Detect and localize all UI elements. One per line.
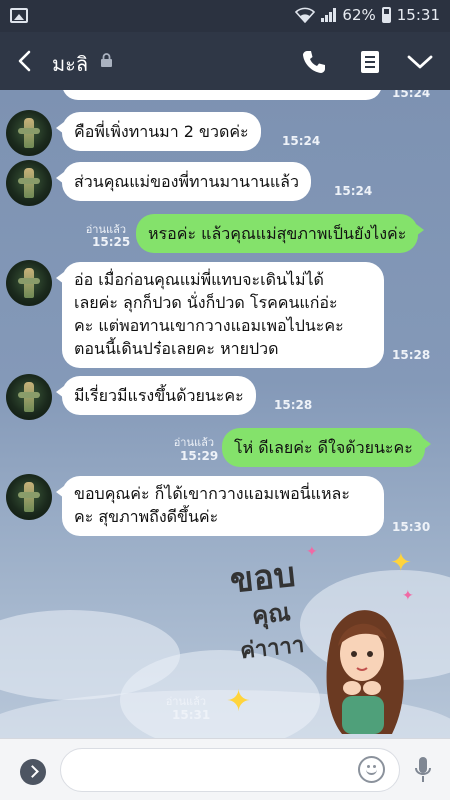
mic-icon[interactable] <box>415 756 431 784</box>
sparkle-icon: ✦ <box>306 544 318 560</box>
sticker-text: ค่าาาา <box>238 632 306 665</box>
message-time: 15:24 <box>282 134 321 148</box>
message-bubble[interactable]: มีเรี่ยวมีแรงขึ้นด้วยนะคะ <box>56 376 256 415</box>
message-input-bar <box>0 738 450 800</box>
phone-icon[interactable] <box>300 48 328 76</box>
message-time: 15:24 <box>392 90 431 100</box>
clock: 15:31 <box>396 6 440 24</box>
chat-area[interactable]: 15:24 คือพี่เพิ่งทานมา 2 ขวดค่ะ 15:24 ส่… <box>0 90 450 738</box>
message-line: คะ สุขภาพถึงดีขึ้นค่ะ <box>74 507 219 526</box>
message-line: ขอบคุณค่ะ ก็ได้เขากวางแอมเพอนี่แหละ <box>74 484 350 503</box>
lock-icon <box>101 53 112 67</box>
avatar[interactable] <box>6 110 52 156</box>
message-bubble[interactable]: ขอบคุณค่ะ ก็ได้เขากวางแอมเพอนี่แหละ คะ ส… <box>56 476 384 536</box>
gallery-notification-icon <box>10 8 28 23</box>
message-bubble[interactable]: คือพี่เพิ่งทานมา 2 ขวดค่ะ <box>56 112 261 151</box>
message-bubble-mine[interactable]: หรอค่ะ แล้วคุณแม่สุขภาพเป็นยังไงค่ะ <box>136 214 425 253</box>
expand-icon[interactable] <box>20 759 46 785</box>
message-bubble[interactable]: ส่วนคุณแม่ของพี่ทานมานานแล้ว <box>56 162 311 201</box>
signal-icon <box>321 8 337 22</box>
status-bar: 62% 15:31 <box>0 0 450 32</box>
message-input[interactable] <box>60 748 400 792</box>
sparkle-icon: ✦ <box>390 548 412 578</box>
status-indicators: 62% 15:31 <box>295 6 440 24</box>
battery-icon <box>381 7 391 23</box>
message-bubble-partial[interactable] <box>62 90 382 100</box>
sparkle-icon: ✦ <box>226 684 252 719</box>
sticker-girl-illustration <box>326 610 404 734</box>
message-line: ตอนนี้เดินปร๋อเลยคะ หายปวด <box>74 339 279 358</box>
chevron-down-icon[interactable] <box>406 48 434 76</box>
avatar[interactable] <box>6 374 52 420</box>
sticker-thank-you[interactable]: ขอบ คุณ ค่าาาา ✦ ✦ ✦ ✦ <box>222 544 422 738</box>
message-bubble-mine[interactable]: โห่ ดีเลยค่ะ ดีใจด้วยนะคะ <box>222 428 431 467</box>
wifi-icon <box>295 7 316 23</box>
chat-header: มะลิ <box>0 32 450 90</box>
message-time: 15:31 <box>172 708 211 722</box>
message-time: 15:30 <box>392 520 431 534</box>
message-time: 15:28 <box>392 348 431 362</box>
message-bubble[interactable]: อ่อ เมื่อก่อนคุณแม่พี่แทบจะเดินไม่ได้ เล… <box>56 262 384 368</box>
battery-percent: 62% <box>342 6 376 24</box>
message-time: 15:28 <box>274 398 313 412</box>
message-time: 15:24 <box>334 184 373 198</box>
emoji-icon[interactable] <box>358 756 385 783</box>
message-line: เลยค่ะ ลุกก็ปวด นั่งก็ปวด โรคคนแก่อ่ะ <box>74 293 338 312</box>
sparkle-icon: ✦ <box>402 588 414 604</box>
back-icon[interactable] <box>14 49 36 73</box>
avatar[interactable] <box>6 260 52 306</box>
avatar[interactable] <box>6 474 52 520</box>
chat-title[interactable]: มะลิ <box>52 48 88 80</box>
message-line: อ่อ เมื่อก่อนคุณแม่พี่แทบจะเดินไม่ได้ <box>74 270 324 289</box>
message-time: 15:25 <box>92 235 131 249</box>
message-line: คะ แต่พอทานเขากวางแอมเพอไปนะคะ <box>74 316 344 335</box>
avatar[interactable] <box>6 160 52 206</box>
message-time: 15:29 <box>180 449 219 463</box>
notes-icon[interactable] <box>356 48 384 76</box>
